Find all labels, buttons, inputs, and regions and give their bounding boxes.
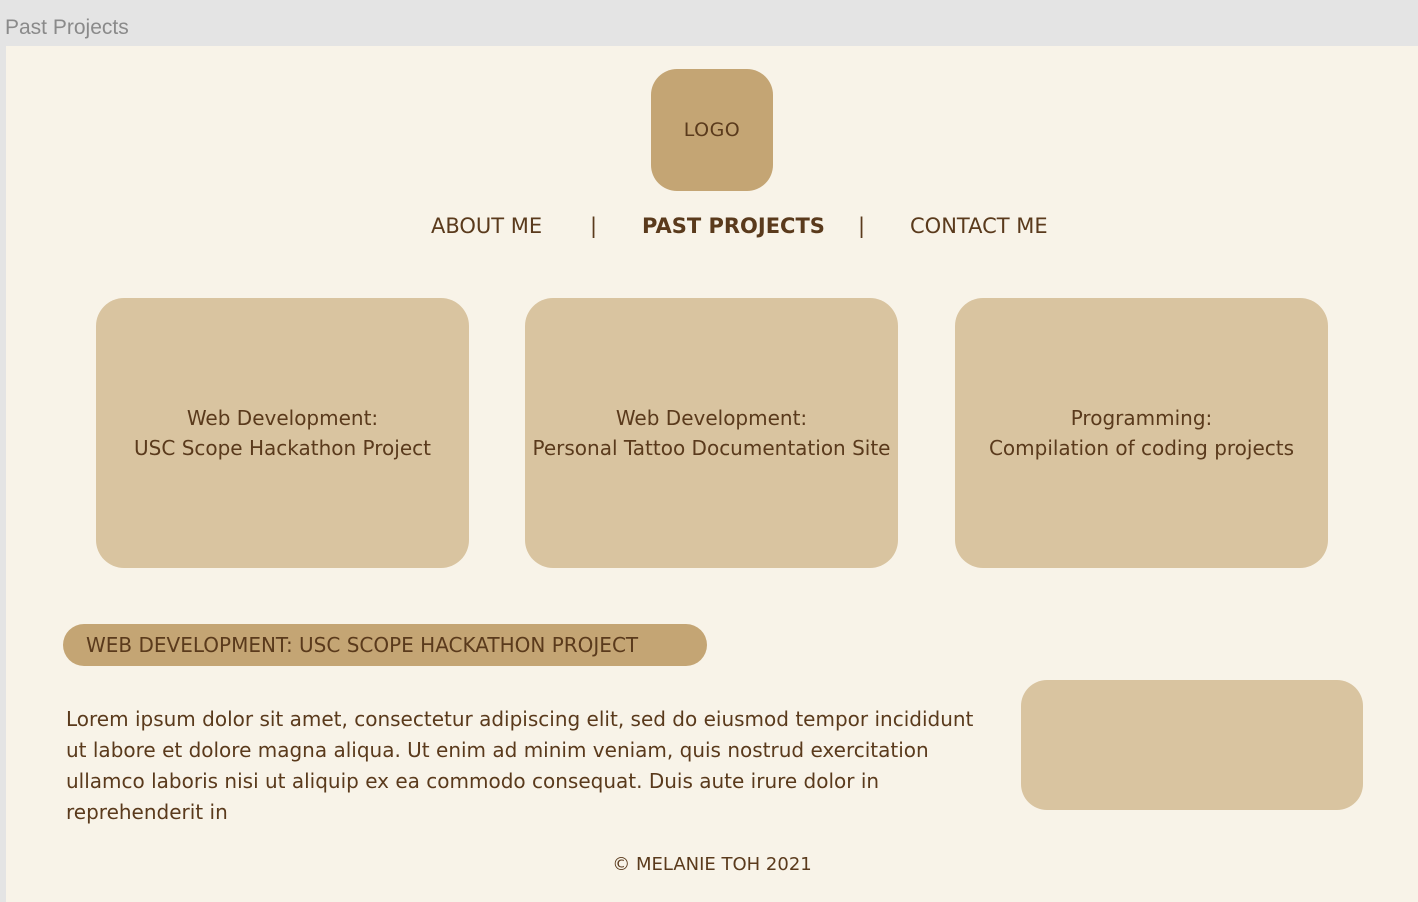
nav-past-projects[interactable]: PAST PROJECTS	[642, 214, 825, 238]
logo-label: LOGO	[683, 119, 741, 141]
project-card-tattoo-site[interactable]: Web Development: Personal Tattoo Documen…	[525, 298, 898, 568]
footer-copyright: © MELANIE TOH 2021	[612, 854, 812, 875]
nav-contact-me[interactable]: CONTACT ME	[910, 214, 1048, 238]
nav-separator: |	[590, 214, 598, 238]
section-body-text: Lorem ipsum dolor sit amet, consectetur …	[66, 707, 974, 824]
page-canvas: LOGO ABOUT ME | PAST PROJECTS | CONTACT …	[6, 46, 1418, 902]
project-card-usc-scope[interactable]: Web Development: USC Scope Hackathon Pro…	[96, 298, 469, 568]
frame-title: Past Projects	[5, 16, 129, 39]
project-image-placeholder	[1021, 680, 1363, 810]
nav-about-me[interactable]: ABOUT ME	[431, 214, 542, 238]
project-card-category: Web Development:	[186, 406, 379, 430]
project-card-programming[interactable]: Programming: Compilation of coding proje…	[955, 298, 1328, 568]
project-card-category: Programming:	[1070, 406, 1213, 430]
section-heading: WEB DEVELOPMENT: USC SCOPE HACKATHON PRO…	[63, 624, 707, 666]
project-card-title: USC Scope Hackathon Project	[134, 436, 431, 460]
project-card-title: Personal Tattoo Documentation Site	[532, 436, 891, 460]
section-heading-text: WEB DEVELOPMENT: USC SCOPE HACKATHON PRO…	[86, 633, 639, 657]
logo[interactable]: LOGO	[651, 69, 773, 191]
nav-separator: |	[858, 214, 866, 238]
project-card-title: Compilation of coding projects	[988, 436, 1295, 460]
project-card-category: Web Development:	[615, 406, 808, 430]
